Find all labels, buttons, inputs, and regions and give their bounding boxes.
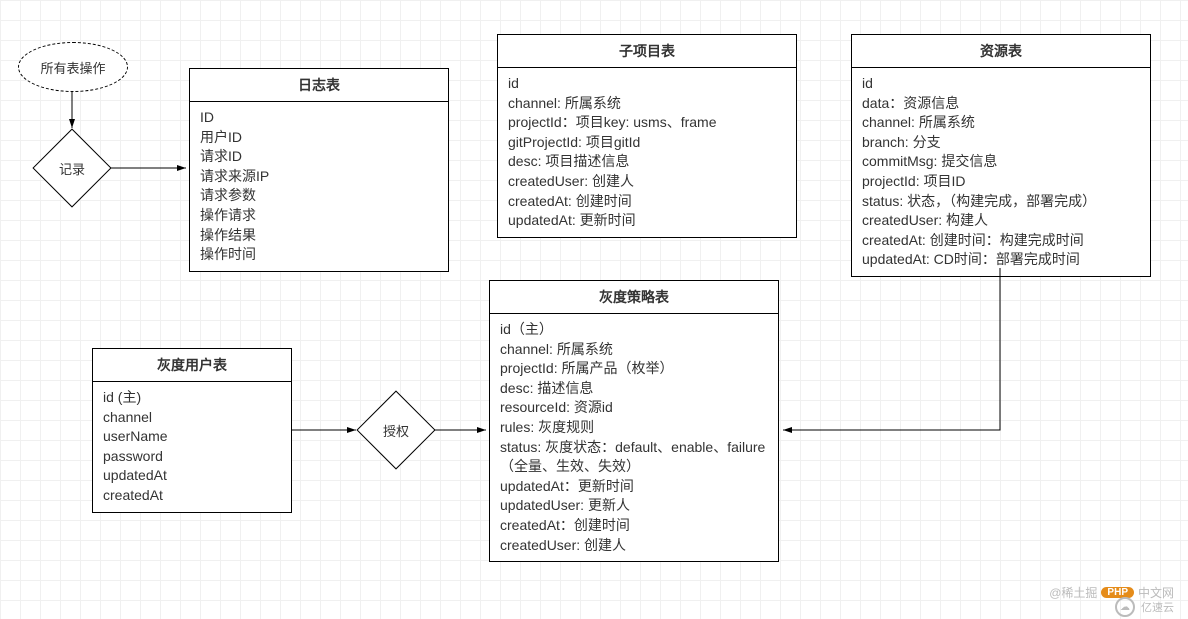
log-table: 日志表 ID 用户ID 请求ID 请求来源IP 请求参数 操作请求 操作结果 操…	[189, 68, 449, 272]
record-diamond: 记录	[32, 128, 111, 207]
log-body: ID 用户ID 请求ID 请求来源IP 请求参数 操作请求 操作结果 操作时间	[190, 102, 448, 271]
grayuser-field: channel	[103, 408, 281, 428]
resource-field: id	[862, 74, 1140, 94]
graypolicy-field: desc: 描述信息	[500, 379, 768, 399]
record-label: 记录	[45, 141, 99, 195]
subproject-field: id	[508, 74, 786, 94]
resource-title: 资源表	[852, 35, 1150, 68]
graypolicy-field: channel: 所属系统	[500, 340, 768, 360]
log-field: 操作结果	[200, 226, 438, 246]
graypolicy-field: id（主）	[500, 320, 768, 340]
log-field: 请求参数	[200, 186, 438, 206]
auth-diamond: 授权	[356, 390, 435, 469]
resource-table: 资源表 id data：资源信息 channel: 所属系统 branch: 分…	[851, 34, 1151, 277]
resource-field: projectId: 项目ID	[862, 172, 1140, 192]
resource-field: branch: 分支	[862, 133, 1140, 153]
log-title: 日志表	[190, 69, 448, 102]
subproject-field: projectId：项目key: usms、frame	[508, 113, 786, 133]
subproject-body: id channel: 所属系统 projectId：项目key: usms、f…	[498, 68, 796, 237]
yisu-text: 亿速云	[1141, 599, 1174, 615]
subproject-field: createdUser: 创建人	[508, 172, 786, 192]
watermark-prefix: @稀土掘	[1049, 584, 1097, 601]
resource-field: data：资源信息	[862, 94, 1140, 114]
graypolicy-field: rules: 灰度规则	[500, 418, 768, 438]
resource-field: updatedAt: CD时间：部署完成时间	[862, 250, 1140, 270]
yisu-logo-icon: ☁	[1115, 597, 1135, 617]
log-field: 操作请求	[200, 206, 438, 226]
subproject-field: channel: 所属系统	[508, 94, 786, 114]
resource-body: id data：资源信息 channel: 所属系统 branch: 分支 co…	[852, 68, 1150, 276]
graypolicy-body: id（主） channel: 所属系统 projectId: 所属产品（枚举） …	[490, 314, 778, 561]
resource-field: commitMsg: 提交信息	[862, 152, 1140, 172]
resource-field: channel: 所属系统	[862, 113, 1140, 133]
subproject-title: 子项目表	[498, 35, 796, 68]
log-field: ID	[200, 108, 438, 128]
subproject-field: gitProjectId: 项目gitId	[508, 133, 786, 153]
graypolicy-field: resourceId: 资源id	[500, 398, 768, 418]
graypolicy-field: updatedAt：更新时间	[500, 477, 768, 497]
grayuser-title: 灰度用户表	[93, 349, 291, 382]
subproject-field: desc: 项目描述信息	[508, 152, 786, 172]
all-tables-label: 所有表操作	[40, 58, 105, 77]
grayuser-body: id (主) channel userName password updated…	[93, 382, 291, 512]
log-field: 操作时间	[200, 245, 438, 265]
log-field: 请求ID	[200, 147, 438, 167]
graypolicy-title: 灰度策略表	[490, 281, 778, 314]
graypolicy-field: createdUser: 创建人	[500, 536, 768, 556]
resource-field: createdAt: 创建时间：构建完成时间	[862, 231, 1140, 251]
grayuser-field: userName	[103, 427, 281, 447]
log-field: 请求来源IP	[200, 167, 438, 187]
grayuser-field: createdAt	[103, 486, 281, 506]
subproject-field: createdAt: 创建时间	[508, 192, 786, 212]
grayuser-field: updatedAt	[103, 466, 281, 486]
watermark-bottom: ☁ 亿速云	[1115, 597, 1174, 617]
grayuser-table: 灰度用户表 id (主) channel userName password u…	[92, 348, 292, 513]
graypolicy-field: createdAt：创建时间	[500, 516, 768, 536]
graypolicy-field: updatedUser: 更新人	[500, 496, 768, 516]
grayuser-field: password	[103, 447, 281, 467]
subproject-field: updatedAt: 更新时间	[508, 211, 786, 231]
resource-field: status: 状态，（构建完成，部署完成）	[862, 192, 1140, 212]
graypolicy-field: projectId: 所属产品（枚举）	[500, 359, 768, 379]
grayuser-field: id (主)	[103, 388, 281, 408]
all-tables-ellipse: 所有表操作	[18, 42, 128, 92]
subproject-table: 子项目表 id channel: 所属系统 projectId：项目key: u…	[497, 34, 797, 238]
log-field: 用户ID	[200, 128, 438, 148]
graypolicy-field: status: 灰度状态：default、enable、failure（全量、生…	[500, 438, 768, 477]
resource-field: createdUser: 构建人	[862, 211, 1140, 231]
graypolicy-table: 灰度策略表 id（主） channel: 所属系统 projectId: 所属产…	[489, 280, 779, 562]
auth-label: 授权	[369, 403, 423, 457]
